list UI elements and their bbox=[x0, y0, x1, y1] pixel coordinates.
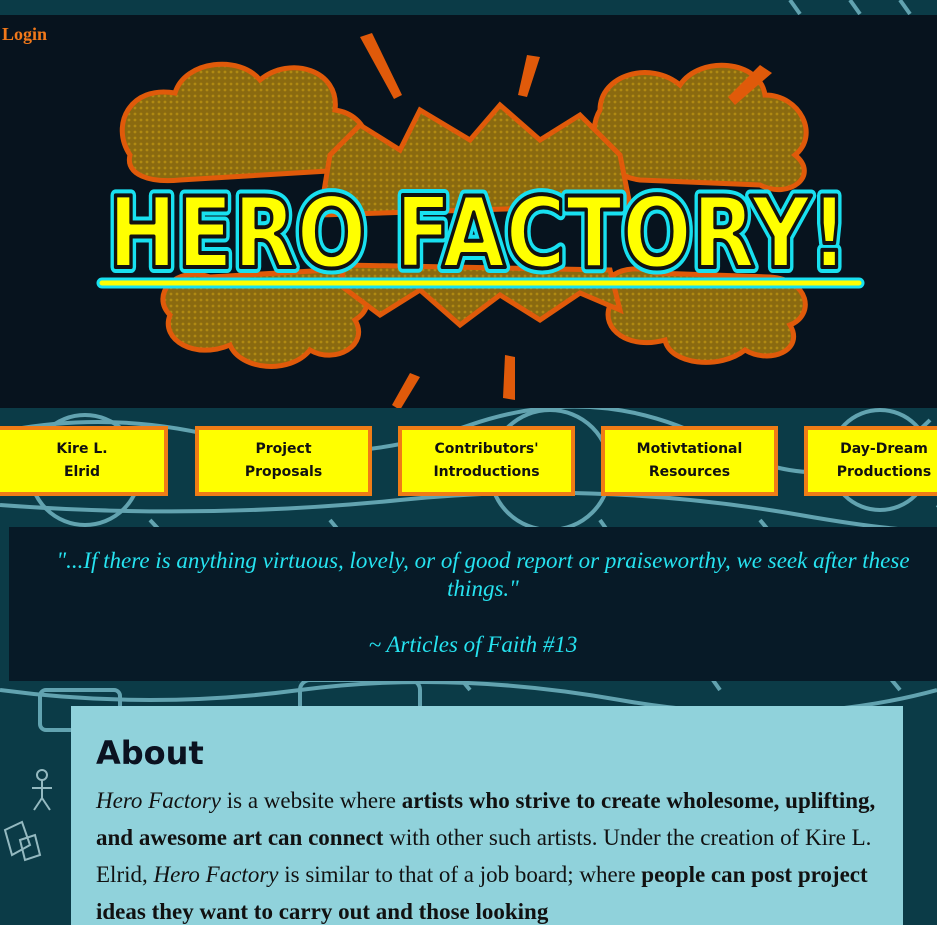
quote-text: "...If there is anything virtuous, lovel… bbox=[56, 548, 910, 601]
about-paragraph: Hero Factory is a website where artists … bbox=[96, 782, 878, 925]
about-section: About Hero Factory is a website where ar… bbox=[71, 706, 903, 925]
quote-attribution: ~ Articles of Faith #13 bbox=[368, 632, 578, 657]
svg-text:HERO FACTORY!: HERO FACTORY! bbox=[108, 177, 848, 291]
about-text: is a website where bbox=[220, 788, 402, 813]
login-link[interactable]: Login bbox=[2, 24, 47, 45]
hero-banner: HERO FACTORY! HERO FACTORY! bbox=[0, 15, 937, 408]
nav-motivational-resources[interactable]: Motivtational Resources bbox=[601, 426, 778, 496]
nav-day-dream-productions[interactable]: Day-Dream Productions bbox=[804, 426, 937, 496]
hero-factory-logo: HERO FACTORY! HERO FACTORY! bbox=[96, 33, 865, 408]
nav-contributors-introductions[interactable]: Contributors' Introductions bbox=[398, 426, 575, 496]
main-nav: Kire L. Elrid Project Proposals Contribu… bbox=[0, 426, 937, 502]
quote-box: "...If there is anything virtuous, lovel… bbox=[9, 527, 937, 681]
site-name: Hero Factory bbox=[96, 788, 221, 813]
site-name: Hero Factory bbox=[153, 862, 279, 887]
nav-project-proposals[interactable]: Project Proposals bbox=[195, 426, 372, 496]
nav-kire-elrid[interactable]: Kire L. Elrid bbox=[0, 426, 168, 496]
about-heading: About bbox=[96, 734, 204, 772]
about-text: is similar to that of a job board; where bbox=[278, 862, 642, 887]
